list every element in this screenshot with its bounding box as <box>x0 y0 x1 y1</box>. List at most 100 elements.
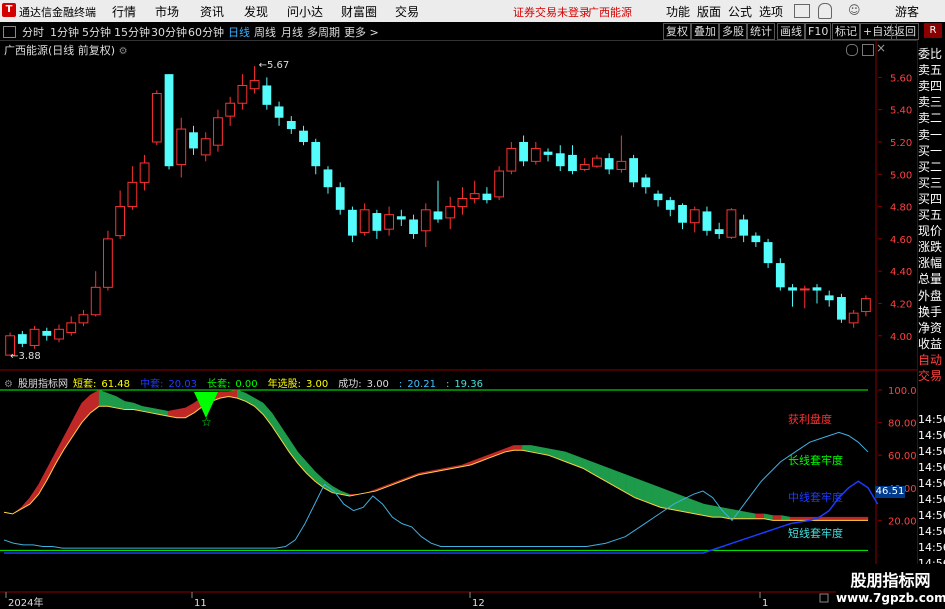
scroll-icon <box>819 593 829 603</box>
current-value-badge: 46.51 <box>875 486 905 498</box>
back-button[interactable]: 返回 <box>891 23 919 40</box>
candle-body <box>286 120 296 130</box>
candle-body <box>824 295 834 301</box>
candle-body <box>702 211 712 231</box>
candle-body <box>445 206 456 219</box>
period-weekly[interactable]: 周线 <box>254 24 276 40</box>
profit-band-segment <box>254 397 264 416</box>
side-label: 买一 <box>918 143 943 158</box>
period-60min[interactable]: 60分钟 <box>188 24 224 40</box>
min-price-label: ←3.88 <box>10 351 41 362</box>
r-badge[interactable]: R <box>924 23 942 38</box>
profit-annotation: 获利盘度 <box>788 413 832 426</box>
menu-layout[interactable]: 版面 <box>697 3 721 20</box>
period-daily[interactable]: 日线 <box>228 24 250 40</box>
candle-body <box>469 193 480 200</box>
candle-body <box>103 238 113 288</box>
profit-band-segment <box>677 493 687 513</box>
menu-market[interactable]: 市场 <box>155 3 179 20</box>
side-label: 外盘 <box>918 288 943 303</box>
stats-button[interactable]: 统计 <box>747 23 775 40</box>
max-price-label: ←5.67 <box>259 60 290 71</box>
candle-body <box>812 287 822 291</box>
candle-body <box>689 209 700 224</box>
indicator-name[interactable]: 股朋指标网 <box>18 379 68 390</box>
profit-band-segment <box>617 471 627 494</box>
candle-body <box>604 158 614 170</box>
indicator-toggle-icon[interactable]: ⚙ <box>4 379 13 390</box>
price-tick-label: 5.40 <box>890 106 912 117</box>
profit-band-segment <box>271 411 281 440</box>
candle-body <box>127 181 138 208</box>
profit-lower-line <box>3 396 868 521</box>
candle-body <box>213 117 223 146</box>
date-label: 12 <box>472 598 485 609</box>
adjust-button[interactable]: 复权 <box>663 23 691 40</box>
date-label: 1 <box>762 598 768 609</box>
side-label[interactable]: 交易 <box>918 368 942 384</box>
menu-news[interactable]: 资讯 <box>200 3 224 20</box>
period-more[interactable]: 更多 > <box>344 24 379 40</box>
period-multi[interactable]: 多周期 <box>307 24 340 40</box>
period-monthly[interactable]: 月线 <box>281 24 303 40</box>
side-label: 卖一 <box>918 127 943 142</box>
layout-toggle-icon[interactable] <box>3 26 16 38</box>
profit-band-segment <box>772 515 782 521</box>
ind-extra2: :19.36 <box>445 379 483 390</box>
candle-body <box>629 158 639 183</box>
overlay-button[interactable]: 叠加 <box>691 23 719 40</box>
side-label[interactable]: 自动 <box>918 352 942 368</box>
menu-trade[interactable]: 交易 <box>395 3 419 20</box>
period-5min[interactable]: 5分钟 <box>82 24 111 40</box>
candle-body <box>335 187 345 210</box>
ind-tick-label: 60.00 <box>888 451 917 462</box>
candle-body <box>751 235 761 243</box>
ind-extra1: :20.21 <box>398 379 436 390</box>
f10-button[interactable]: F10 <box>805 23 832 40</box>
login-warning[interactable]: 证券交易未登录 <box>513 4 590 20</box>
menu-formula[interactable]: 公式 <box>728 3 752 20</box>
candle-body <box>42 330 52 336</box>
candle-body <box>494 170 505 198</box>
menu-wealth[interactable]: 财富圈 <box>341 3 377 20</box>
multi-stock-button[interactable]: 多股 <box>719 23 747 40</box>
menu-options[interactable]: 选项 <box>759 3 783 20</box>
candle-body <box>29 328 40 346</box>
candle-body <box>519 141 528 162</box>
period-intraday[interactable]: 分时 <box>22 24 44 40</box>
mail-icon[interactable] <box>794 4 810 18</box>
short-line <box>3 431 869 549</box>
candle-body <box>384 214 394 230</box>
user-icon[interactable]: ☺ <box>848 3 861 17</box>
price-tick-label: 4.00 <box>890 332 912 343</box>
mark-button[interactable]: 标记 <box>832 23 860 40</box>
profit-band-segment <box>686 497 696 515</box>
candle-body <box>788 287 797 291</box>
side-label: 换手 <box>918 304 943 319</box>
menu-quotes[interactable]: 行情 <box>112 3 136 20</box>
candle-body <box>262 85 272 105</box>
profit-band-segment <box>176 407 186 418</box>
menu-function[interactable]: 功能 <box>666 3 690 20</box>
profit-band-segment <box>669 490 679 511</box>
profit-band-segment <box>64 419 74 450</box>
price-tick-label: 4.80 <box>890 203 912 214</box>
profit-band-segment <box>306 461 316 482</box>
price-tick-label: 4.40 <box>890 267 912 278</box>
short-annotation: 短线套牢度 <box>788 527 843 540</box>
period-30min[interactable]: 30分钟 <box>151 24 187 40</box>
profit-band-segment <box>738 510 748 520</box>
bell-icon[interactable] <box>818 3 832 19</box>
menu-discover[interactable]: 发现 <box>244 3 268 20</box>
side-label: 净资 <box>918 320 943 335</box>
menu-ask[interactable]: 问小达 <box>287 3 323 20</box>
draw-button[interactable]: 画线 <box>777 23 805 40</box>
ind-yearpick: 年选股: 3.00 <box>267 379 329 390</box>
period-15min[interactable]: 15分钟 <box>114 24 150 40</box>
candle-body <box>200 138 211 156</box>
candle-body <box>115 206 126 237</box>
side-time: 14:56 <box>918 445 945 458</box>
period-1min[interactable]: 1分钟 <box>50 24 79 40</box>
guest-label[interactable]: 游客 <box>895 3 919 20</box>
chart-area[interactable]: 5.60 5.40 5.20 5.00 4.80 4.60 4.40 4.20 4.00 ←5.6… <box>0 40 917 609</box>
